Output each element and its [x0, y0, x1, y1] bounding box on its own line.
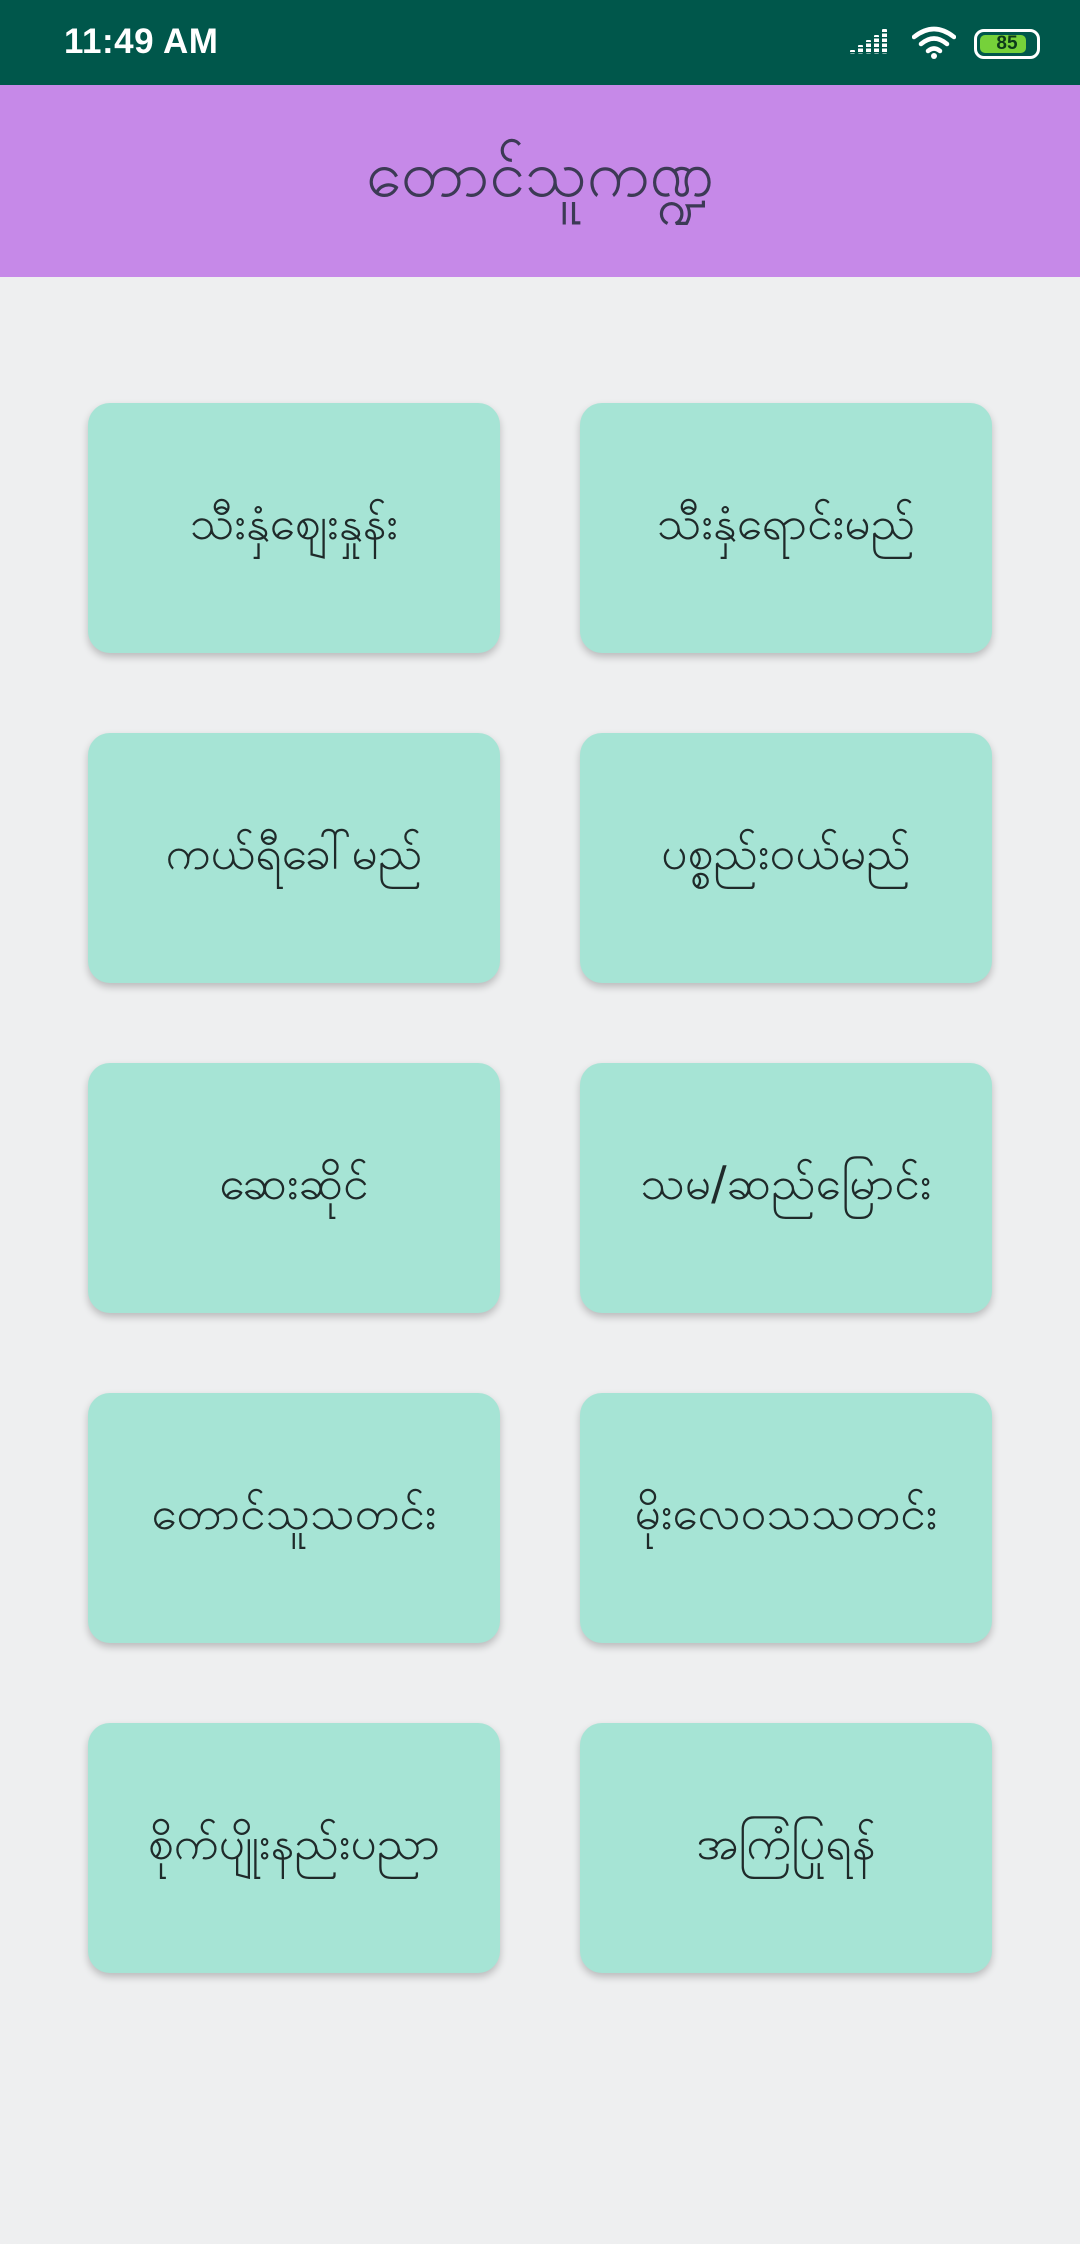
menu-button-weather-news[interactable]: မိုးလေဝသသတင်း	[580, 1393, 992, 1643]
status-bar: 11:49 AM 85	[0, 0, 1080, 85]
wifi-icon	[911, 25, 957, 63]
menu-button-buy-supplies[interactable]: ပစ္စည်းဝယ်မည်	[580, 733, 992, 983]
menu-grid: သီးနှံဈေးနှုန်း သီးနှံရောင်းမည် ကယ်ရီခေါ…	[88, 403, 992, 1973]
menu-label: စိုက်ပျိုးနည်းပညာ	[147, 1815, 441, 1870]
menu-label: သီးနှံဈေးနှုန်း	[189, 495, 399, 550]
menu-label: အကြံပြုရန်	[696, 1815, 876, 1870]
menu-button-sell-crops[interactable]: သီးနှံရောင်းမည်	[580, 403, 992, 653]
menu-button-crop-prices[interactable]: သီးနှံဈေးနှုန်း	[88, 403, 500, 653]
page-title: တောင်သူကဏ္ဍ	[366, 138, 714, 212]
battery-icon: 85	[974, 29, 1040, 59]
status-icons: 85	[850, 24, 1040, 64]
battery-level: 85	[996, 33, 1018, 54]
menu-label: မိုးလေဝသသတင်း	[634, 1485, 938, 1540]
menu-label: ဆေးဆိုင်	[219, 1155, 369, 1210]
menu-label: ပစ္စည်းဝယ်မည်	[661, 825, 911, 880]
menu-button-farmer-news[interactable]: တောင်သူသတင်း	[88, 1393, 500, 1643]
menu-label: သီးနှံရောင်းမည်	[656, 495, 916, 550]
menu-button-farming-tech[interactable]: စိုက်ပျိုးနည်းပညာ	[88, 1723, 500, 1973]
menu-button-irrigation[interactable]: သမ/ဆည်မြောင်း	[580, 1063, 992, 1313]
signal-icon	[850, 26, 894, 62]
menu-button-pharmacy[interactable]: ဆေးဆိုင်	[88, 1063, 500, 1313]
menu-button-call-carrier[interactable]: ကယ်ရီခေါ်မည်	[88, 733, 500, 983]
menu-label: သမ/ဆည်မြောင်း	[640, 1155, 932, 1210]
menu-button-feedback[interactable]: အကြံပြုရန်	[580, 1723, 992, 1973]
menu-label: ကယ်ရီခေါ်မည်	[165, 825, 423, 880]
menu-label: တောင်သူသတင်း	[151, 1485, 437, 1540]
app-bar: တောင်သူကဏ္ဍ	[0, 85, 1080, 277]
status-time: 11:49 AM	[64, 22, 219, 61]
